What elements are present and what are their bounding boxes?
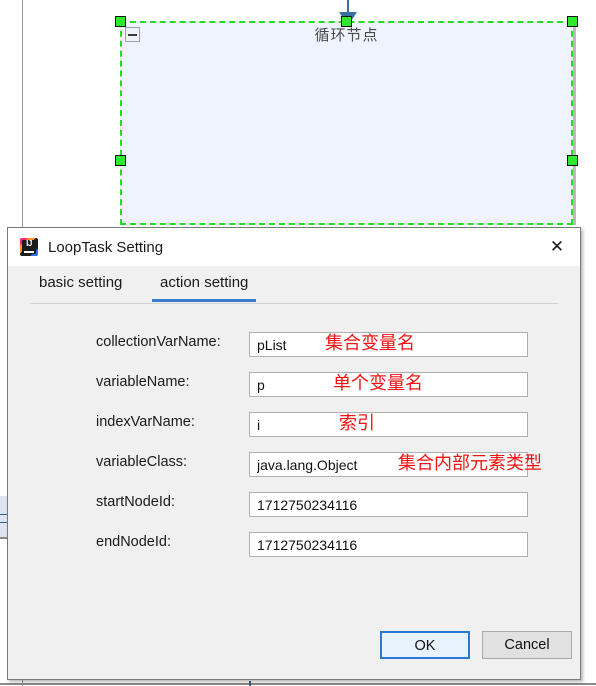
intellij-idea-icon: IJ bbox=[20, 238, 38, 256]
resize-handle-top-center[interactable] bbox=[341, 16, 352, 27]
label-collectionvarname: collectionVarName: bbox=[96, 334, 221, 350]
action-setting-form: collectionVarName: 集合变量名 variableName: 单… bbox=[8, 304, 580, 634]
loop-node-shadow bbox=[573, 25, 576, 225]
canvas-bottom-tick bbox=[249, 681, 251, 686]
close-icon[interactable]: ✕ bbox=[534, 228, 580, 266]
form-row-indexvarname: indexVarName: 索引 bbox=[8, 412, 580, 437]
label-variablename: variableName: bbox=[96, 374, 190, 390]
input-collectionvarname[interactable] bbox=[249, 332, 528, 357]
form-row-variablename: variableName: 单个变量名 bbox=[8, 372, 580, 397]
form-row-endnodeid: endNodeId: bbox=[8, 532, 580, 557]
input-indexvarname[interactable] bbox=[249, 412, 528, 437]
dialog-tabbar: basic setting action setting bbox=[8, 266, 580, 304]
canvas-bottom-rule bbox=[0, 683, 596, 685]
label-indexvarname: indexVarName: bbox=[96, 414, 195, 430]
input-variableclass[interactable] bbox=[249, 452, 528, 477]
form-row-collectionvarname: collectionVarName: 集合变量名 bbox=[8, 332, 580, 357]
resize-handle-top-left[interactable] bbox=[115, 16, 126, 27]
ok-button[interactable]: OK bbox=[380, 631, 470, 659]
dialog-buttonbar: OK Cancel bbox=[8, 619, 580, 679]
tab-action-setting[interactable]: action setting bbox=[151, 274, 257, 302]
input-variablename[interactable] bbox=[249, 372, 528, 397]
input-startnodeid[interactable] bbox=[249, 492, 528, 517]
label-startnodeid: startNodeId: bbox=[96, 494, 175, 510]
resize-handle-middle-left[interactable] bbox=[115, 155, 126, 166]
dialog-title: LoopTask Setting bbox=[48, 238, 164, 256]
selection-rectangle bbox=[120, 21, 573, 225]
tab-basic-setting[interactable]: basic setting bbox=[39, 274, 122, 300]
form-row-variableclass: variableClass: 集合内部元素类型 bbox=[8, 452, 580, 477]
label-endnodeid: endNodeId: bbox=[96, 534, 171, 550]
intellij-idea-icon-label: IJ bbox=[26, 239, 32, 248]
resize-handle-middle-right[interactable] bbox=[567, 155, 578, 166]
dialog-titlebar: IJ LoopTask Setting ✕ bbox=[8, 228, 580, 266]
form-row-startnodeid: startNodeId: bbox=[8, 492, 580, 517]
resize-handle-top-right[interactable] bbox=[567, 16, 578, 27]
label-variableclass: variableClass: bbox=[96, 454, 188, 470]
input-endnodeid[interactable] bbox=[249, 532, 528, 557]
looptask-setting-dialog: IJ LoopTask Setting ✕ basic setting acti… bbox=[7, 227, 581, 680]
cancel-button[interactable]: Cancel bbox=[482, 631, 572, 659]
